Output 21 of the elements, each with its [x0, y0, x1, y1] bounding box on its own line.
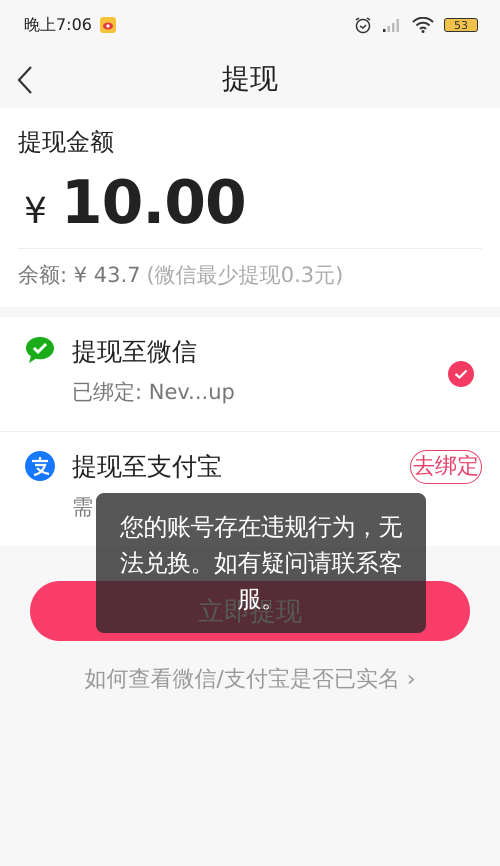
method-title: 提现至微信 — [72, 336, 198, 368]
balance-text: 余额: ¥ 43.7 — [18, 262, 141, 289]
page-title: 提现 — [222, 61, 278, 97]
method-title: 提现至支付宝 — [72, 451, 223, 483]
status-time: 晚上7:06 — [24, 14, 92, 36]
minimum-note: (微信最少提现0.3元) — [146, 262, 344, 289]
check-icon[interactable] — [448, 361, 474, 387]
chat-bubble-icon — [24, 335, 56, 365]
method-subtitle: 需 — [72, 494, 94, 521]
battery-indicator: 53 — [444, 18, 478, 32]
help-link[interactable]: 如何查看微信/支付宝是否已实名 › — [0, 663, 500, 695]
bind-button[interactable]: 去绑定 — [410, 450, 482, 484]
amount-label: 提现金额 — [18, 127, 115, 158]
method-subtitle: 已绑定: Nev...up — [72, 379, 236, 406]
alarm-icon — [354, 16, 372, 34]
currency-symbol: ¥ — [24, 191, 47, 232]
amount-value: 10.00 — [60, 168, 246, 238]
wifi-icon — [412, 17, 434, 33]
app-notification-icon — [100, 17, 116, 33]
signal-icon — [382, 17, 402, 33]
circle-glyph-icon — [24, 450, 56, 482]
